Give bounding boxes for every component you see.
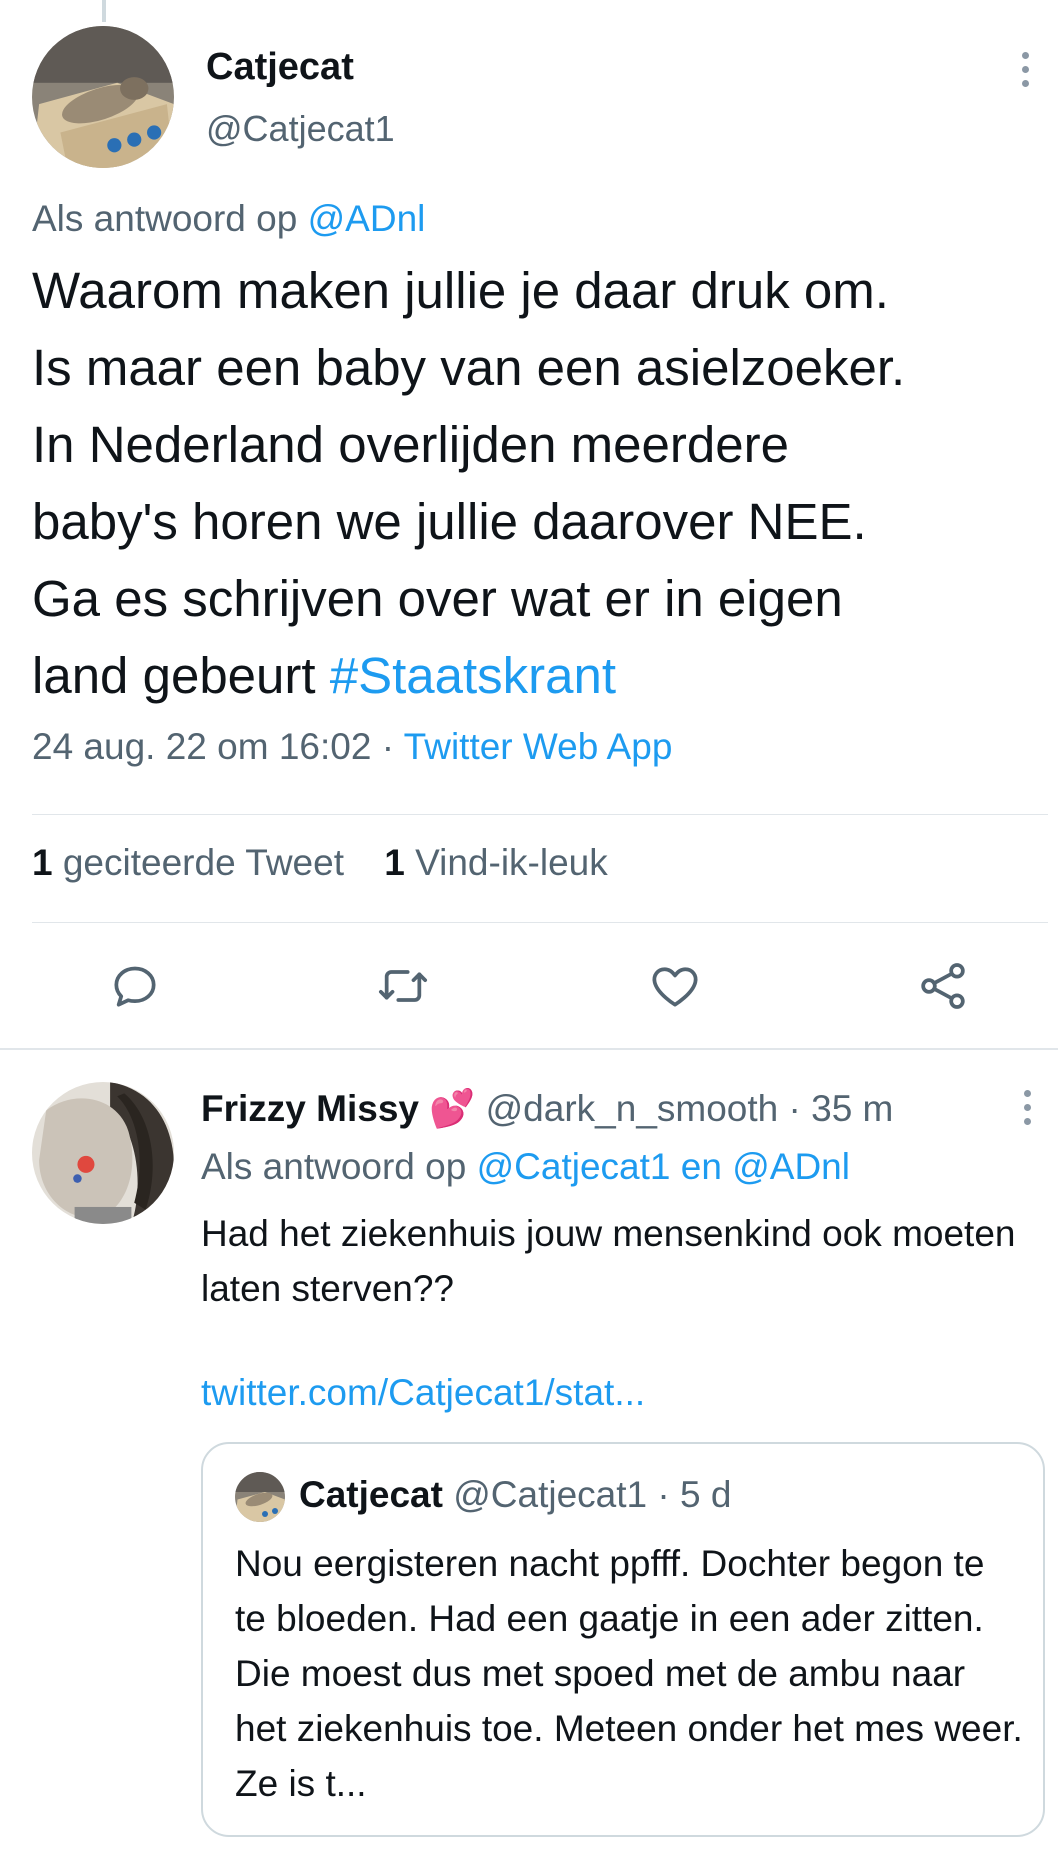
author-name[interactable]: Catjecat [206,46,354,89]
like-label: Vind-ik-leuk [415,842,608,883]
reply-mention-link[interactable]: @ADnl [732,1146,850,1187]
divider [32,814,1048,815]
quote-label: geciteerde Tweet [62,842,344,883]
author-name: Catjecat [299,1474,443,1515]
more-vertical-icon[interactable] [1018,52,1032,94]
avatar[interactable] [32,26,174,168]
meta-separator: · [381,726,395,767]
avatar[interactable] [32,1082,174,1224]
reply-context: Als antwoord op @Catjecat1 en @ADnl [201,1146,850,1188]
reply-text: Had het ziekenhuis jouw mensenkind ook m… [201,1213,1016,1309]
profile-photo-image [32,1082,174,1224]
quote-count: 1 [32,842,53,883]
quoted-tweet-card[interactable]: Catjecat @Catjecat1 · 5 d Nou eergistere… [201,1442,1045,1837]
author-handle: @Catjecat1 [453,1474,648,1515]
quote-tweets-stat[interactable]: 1 geciteerde Tweet [32,842,344,883]
tweet-actions [0,958,1058,1018]
thread-connector-line [102,0,106,22]
divider [32,922,1048,923]
author-handle[interactable]: @dark_n_smooth [486,1088,779,1129]
quote-header: Catjecat @Catjecat1 · 5 d [299,1474,731,1516]
share-icon[interactable] [915,958,975,1018]
relative-time[interactable]: · 35 m [789,1088,894,1129]
more-vertical-icon[interactable] [1020,1090,1034,1132]
retweet-icon[interactable] [375,958,435,1018]
tweet-separator [0,1048,1058,1050]
reply-mention-link[interactable]: @ADnl [308,198,426,239]
author-name[interactable]: Frizzy Missy [201,1088,419,1129]
tweet-stats: 1 geciteerde Tweet 1 Vind-ik-leuk [32,842,638,884]
reply-icon[interactable] [107,958,167,1018]
source-link[interactable]: Twitter Web App [404,726,673,767]
quoted-tweet-text: Nou eergisteren nacht ppfff. Dochter beg… [235,1543,1023,1804]
relative-time: · 5 d [657,1474,732,1515]
cat-avatar-image [235,1472,285,1522]
tweet-meta: 24 aug. 22 om 16:02 · Twitter Web App [32,726,672,768]
likes-stat[interactable]: 1 Vind-ik-leuk [384,842,607,883]
tweet-body: Waarom maken jullie je daar druk om. Is … [32,262,906,704]
hashtag-link[interactable]: #Staatskrant [330,647,616,704]
reply-mention-link[interactable]: @Catjecat1 [477,1146,671,1187]
heart-emoji: 💕 [429,1088,476,1129]
timestamp[interactable]: 24 aug. 22 om 16:02 [32,726,371,767]
avatar [235,1472,285,1522]
tweet-text: Waarom maken jullie je daar druk om. Is … [32,252,1042,714]
reply-prefix: Als antwoord op [201,1146,467,1187]
cat-avatar-image [32,26,174,168]
like-count: 1 [384,842,405,883]
author-handle[interactable]: @Catjecat1 [206,108,395,150]
quoted-tweet-link[interactable]: twitter.com/Catjecat1/stat... [201,1372,645,1414]
reply-prefix: Als antwoord op [32,198,298,239]
like-icon[interactable] [647,958,707,1018]
reply-header: Frizzy Missy 💕 @dark_n_smooth · 35 m [201,1088,893,1131]
reply-conjunction: en [680,1146,722,1187]
reply-context: Als antwoord op @ADnl [32,198,425,240]
